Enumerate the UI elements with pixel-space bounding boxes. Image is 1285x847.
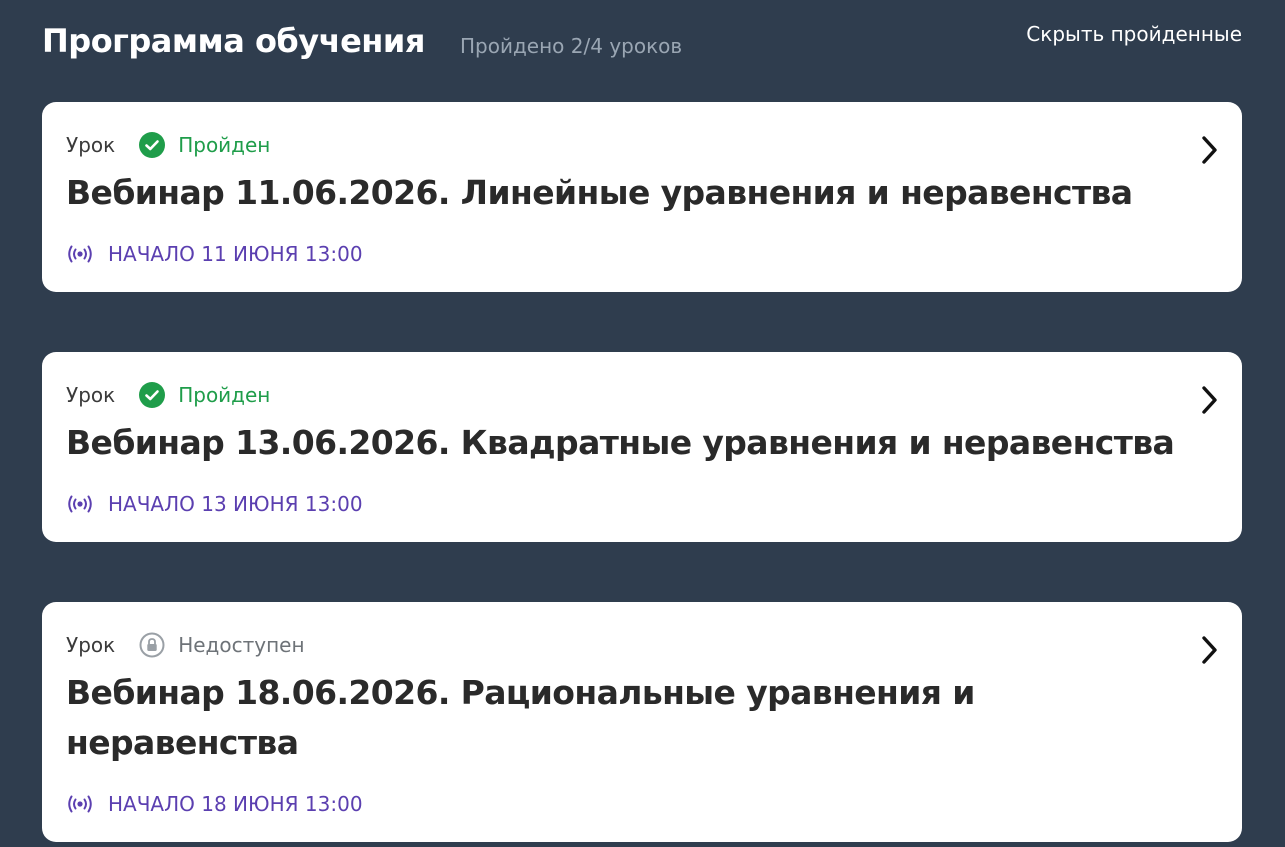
lesson-card[interactable]: Урок Пройден Вебинар 11.06.2026. Линейны… [42,102,1242,292]
broadcast-icon [66,794,94,814]
chevron-right-icon[interactable] [1196,632,1222,668]
lesson-type-label: Урок [66,633,116,657]
lesson-meta: Урок Пройден [66,381,270,409]
lesson-type-label: Урок [66,383,116,407]
lesson-meta: Урок Недоступен [66,631,305,659]
start-time-row: НАЧАЛО 18 ИЮНЯ 13:00 [66,792,363,816]
broadcast-icon [66,494,94,514]
page-title: Программа обучения [42,22,425,60]
status-text: Недоступен [178,633,305,657]
lesson-meta: Урок Пройден [66,131,270,159]
start-time-row: НАЧАЛО 13 ИЮНЯ 13:00 [66,492,363,516]
progress-text: Пройдено 2/4 уроков [460,34,683,58]
chevron-right-icon[interactable] [1196,132,1222,168]
status-text: Пройден [178,133,271,157]
start-time: НАЧАЛО 18 ИЮНЯ 13:00 [108,792,363,816]
lesson-title: Вебинар 11.06.2026. Линейные уравнения и… [66,173,1133,212]
broadcast-icon [66,244,94,264]
status-text: Пройден [178,383,271,407]
lock-icon [139,632,165,658]
lesson-card[interactable]: Урок Пройден Вебинар 13.06.2026. Квадрат… [42,352,1242,542]
hide-completed-button[interactable]: Скрыть пройденные [1026,22,1242,46]
lesson-card[interactable]: Урок Недоступен Вебинар 18.06.2026. Раци… [42,602,1242,842]
start-time: НАЧАЛО 13 ИЮНЯ 13:00 [108,492,363,516]
page: Программа обучения Пройдено 2/4 уроков С… [0,0,1285,847]
start-time: НАЧАЛО 11 ИЮНЯ 13:00 [108,242,363,266]
lesson-title: Вебинар 18.06.2026. Рациональные уравнен… [66,673,975,762]
lesson-type-label: Урок [66,133,116,157]
check-circle-icon [139,132,166,158]
start-time-row: НАЧАЛО 11 ИЮНЯ 13:00 [66,242,363,266]
header: Программа обучения Пройдено 2/4 уроков С… [42,22,1242,72]
check-circle-icon [139,382,166,408]
chevron-right-icon[interactable] [1196,382,1222,418]
lesson-title: Вебинар 13.06.2026. Квадратные уравнения… [66,423,1175,462]
